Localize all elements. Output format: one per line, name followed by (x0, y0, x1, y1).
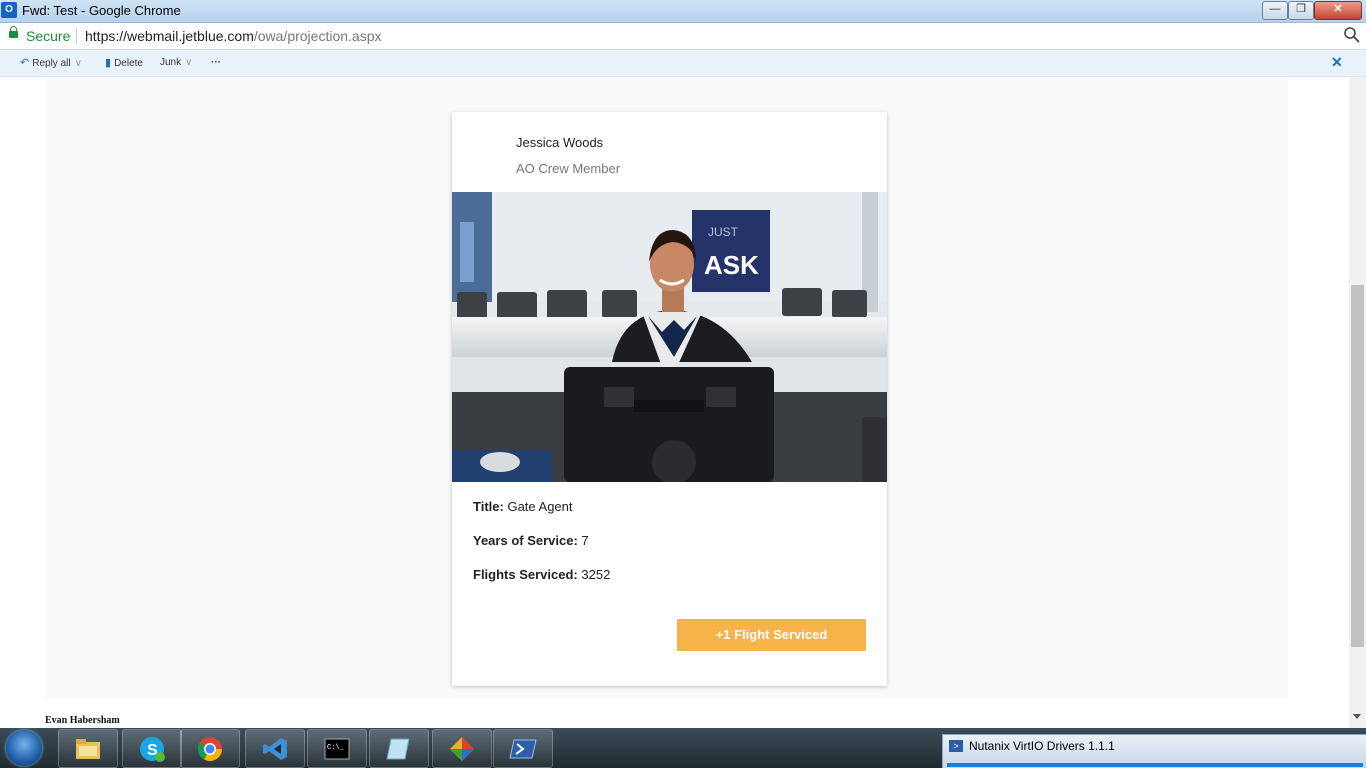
reply-all-icon: ↶ (20, 57, 30, 69)
signature: Evan Habersham (45, 715, 120, 726)
employee-role: AO Crew Member (516, 161, 621, 176)
reply-all-split-icon[interactable]: ∨ (75, 58, 82, 69)
outlook-app-icon: O (1, 2, 17, 18)
delete-label: Delete (114, 58, 143, 69)
title-label: Title: (473, 499, 504, 514)
url-path: /owa/projection.aspx (253, 28, 382, 44)
minimize-button[interactable]: — (1262, 1, 1288, 20)
taskbar-popup-progress (947, 763, 1363, 767)
employee-card: Jessica Woods AO Crew Member ASK JUST Ti… (452, 112, 887, 686)
reply-all-button[interactable]: ↶ Reply all ∨ (20, 56, 82, 70)
skype-icon: S (140, 737, 165, 762)
flights-value: 3252 (581, 567, 611, 582)
window-title: Fwd: Test - Google Chrome (22, 3, 181, 18)
scroll-down-arrow-icon[interactable] (1353, 714, 1361, 719)
maximize-button[interactable]: ❐ (1288, 1, 1314, 20)
trash-icon: ▮ (105, 57, 112, 69)
folder-icon (76, 739, 100, 759)
notepad-icon (386, 738, 410, 760)
paint-app-icon (450, 737, 474, 761)
address-bar[interactable]: Secure https://webmail.jetblue.com/owa/p… (0, 23, 1366, 50)
years-of-service-field: Years of Service: 7 (473, 533, 589, 548)
vertical-scrollbar[interactable] (1349, 77, 1366, 728)
taskbar-command-prompt[interactable]: C:\_ (307, 729, 367, 768)
employee-photo: ASK JUST (452, 192, 887, 482)
close-window-button[interactable]: ✕ (1314, 1, 1362, 20)
taskbar-notepad[interactable] (369, 729, 429, 768)
reply-all-label: Reply all (32, 58, 71, 69)
junk-split-icon[interactable]: ∨ (185, 57, 192, 68)
years-value: 7 (581, 533, 589, 548)
photo-sign-text: ASK (704, 250, 759, 280)
visual-studio-icon (263, 738, 287, 760)
installer-icon: > (949, 740, 963, 752)
svg-text:C:\_: C:\_ (327, 744, 345, 752)
lock-icon (9, 26, 18, 38)
taskbar-chrome[interactable] (180, 729, 240, 768)
delete-button[interactable]: ▮ Delete (105, 56, 143, 70)
taskbar-paint[interactable] (432, 729, 492, 768)
message-toolbar: ↶ Reply all ∨ ▮ Delete Junk ∨ ··· ✕ (0, 50, 1366, 77)
start-button[interactable] (6, 730, 42, 766)
url-text[interactable]: https://webmail.jetblue.com/owa/projecti… (85, 28, 382, 44)
add-flight-serviced-button[interactable]: +1 Flight Serviced (677, 619, 866, 651)
title-field: Title: Gate Agent (473, 499, 573, 514)
flights-serviced-field: Flights Serviced: 3252 (473, 567, 610, 582)
address-divider (76, 28, 77, 44)
junk-button[interactable]: Junk ∨ (160, 56, 192, 70)
windows-taskbar: S C:\_ > Nutanix VirtIO Drivers 1.1.1 (0, 728, 1366, 768)
message-body: Jessica Woods AO Crew Member ASK JUST Ti… (0, 77, 1349, 728)
taskbar-popup-label: Nutanix VirtIO Drivers 1.1.1 (969, 739, 1115, 753)
taskbar-visual-studio[interactable] (245, 729, 305, 768)
taskbar-popup-nutanix[interactable]: > Nutanix VirtIO Drivers 1.1.1 (942, 734, 1366, 768)
gate-agent-photo-illustration: ASK JUST (452, 192, 887, 482)
photo-sign-small-text: JUST (708, 225, 739, 239)
close-reading-pane-icon[interactable]: ✕ (1331, 54, 1343, 71)
window-titlebar: O Fwd: Test - Google Chrome — ❐ ✕ (0, 0, 1366, 23)
junk-label: Junk (160, 57, 182, 68)
scroll-thumb[interactable] (1351, 285, 1364, 647)
employee-name: Jessica Woods (516, 135, 604, 150)
url-host: https://webmail.jetblue.com (85, 28, 254, 44)
command-prompt-icon: C:\_ (324, 738, 350, 760)
years-label: Years of Service: (473, 533, 578, 548)
taskbar-skype[interactable]: S (122, 729, 182, 768)
flights-label: Flights Serviced: (473, 567, 578, 582)
taskbar-powershell[interactable] (493, 729, 553, 768)
secure-label: Secure (26, 28, 71, 44)
more-actions-button[interactable]: ··· (211, 56, 221, 70)
powershell-icon (509, 739, 537, 759)
title-value: Gate Agent (507, 499, 573, 514)
zoom-icon[interactable] (1343, 26, 1361, 44)
chrome-icon (197, 737, 222, 762)
taskbar-file-explorer[interactable] (58, 729, 118, 768)
